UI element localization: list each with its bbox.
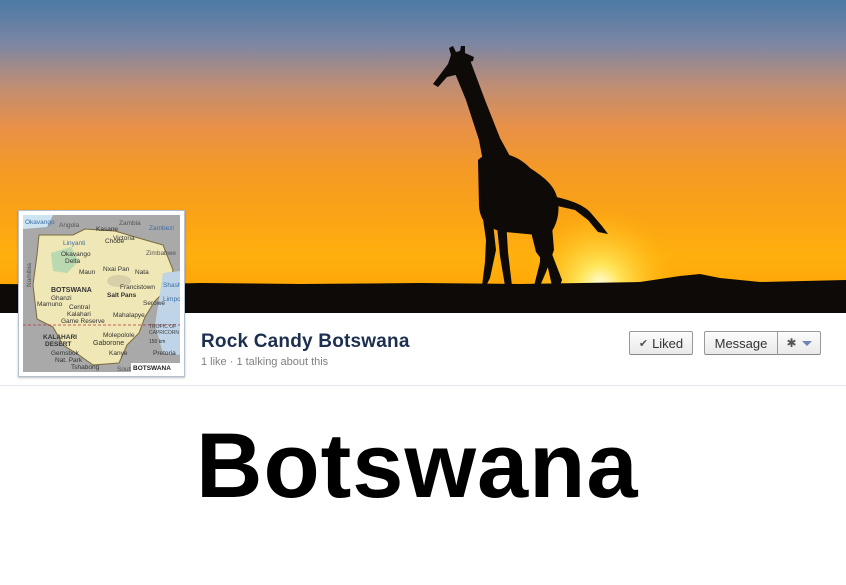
svg-text:Gaborone: Gaborone (93, 340, 124, 347)
svg-text:Shashe: Shashe (163, 282, 180, 289)
svg-text:Mahalapye: Mahalapye (113, 312, 145, 319)
svg-text:BOTSWANA: BOTSWANA (51, 287, 92, 294)
svg-text:Okavango: Okavango (25, 219, 55, 226)
page-title[interactable]: Rock Candy Botswana (201, 331, 410, 353)
caret-down-icon (801, 340, 812, 346)
svg-text:Molepolole: Molepolole (103, 332, 135, 339)
profile-picture[interactable]: Okavango Angola Zambia Zambezi Kasane Vi… (18, 210, 185, 377)
svg-text:150 km: 150 km (149, 339, 165, 345)
check-icon: ✔ (638, 337, 649, 350)
svg-text:Nata: Nata (135, 269, 149, 276)
svg-text:Gemsbok: Gemsbok (51, 350, 80, 357)
svg-text:Okavango: Okavango (61, 251, 91, 258)
svg-text:Mamuno: Mamuno (37, 301, 63, 308)
svg-text:DESERT: DESERT (45, 341, 71, 348)
svg-text:Game Reserve: Game Reserve (61, 318, 105, 325)
svg-text:Serowe: Serowe (143, 300, 165, 307)
svg-text:KALAHARI: KALAHARI (43, 334, 77, 341)
svg-text:Pretoria: Pretoria (153, 350, 176, 357)
svg-text:Zambia: Zambia (119, 220, 141, 227)
main-title: Botswana (196, 415, 639, 517)
svg-text:CAPRICORN: CAPRICORN (149, 330, 179, 336)
botswana-map: Okavango Angola Zambia Zambezi Kasane Vi… (23, 215, 180, 372)
svg-text:Linyanti: Linyanti (63, 240, 85, 247)
svg-text:Kalahari: Kalahari (67, 311, 91, 318)
svg-text:Zimbabwe: Zimbabwe (146, 250, 176, 257)
svg-text:Central: Central (69, 304, 91, 311)
gear-icon: ✱ (786, 336, 797, 350)
svg-text:Tshabong: Tshabong (71, 364, 100, 371)
svg-text:Kanye: Kanye (109, 350, 128, 357)
svg-text:Nat. Park: Nat. Park (55, 357, 83, 364)
page-stats: 1 like · 1 talking about this (201, 356, 329, 368)
svg-text:Salt Pans: Salt Pans (107, 292, 137, 299)
svg-text:Zambezi: Zambezi (149, 225, 174, 232)
svg-text:Angola: Angola (59, 222, 80, 229)
liked-label: Liked (652, 335, 684, 351)
svg-text:Maun: Maun (79, 269, 96, 276)
svg-text:Nxai Pan: Nxai Pan (103, 266, 130, 273)
message-button[interactable]: Message (704, 331, 778, 355)
message-label: Message (714, 335, 768, 351)
settings-dropdown-button[interactable]: ✱ (778, 331, 821, 355)
svg-text:BOTSWANA: BOTSWANA (133, 365, 171, 372)
svg-text:Delta: Delta (65, 258, 81, 265)
svg-text:Kasane: Kasane (96, 226, 118, 233)
liked-button[interactable]: ✔ Liked (629, 331, 693, 355)
message-settings-group: Message ✱ (704, 331, 821, 355)
svg-text:Chobe: Chobe (105, 238, 125, 245)
svg-text:Francistown: Francistown (120, 284, 155, 291)
svg-text:Namibia: Namibia (26, 263, 33, 287)
svg-text:Limpopo: Limpopo (163, 296, 180, 303)
